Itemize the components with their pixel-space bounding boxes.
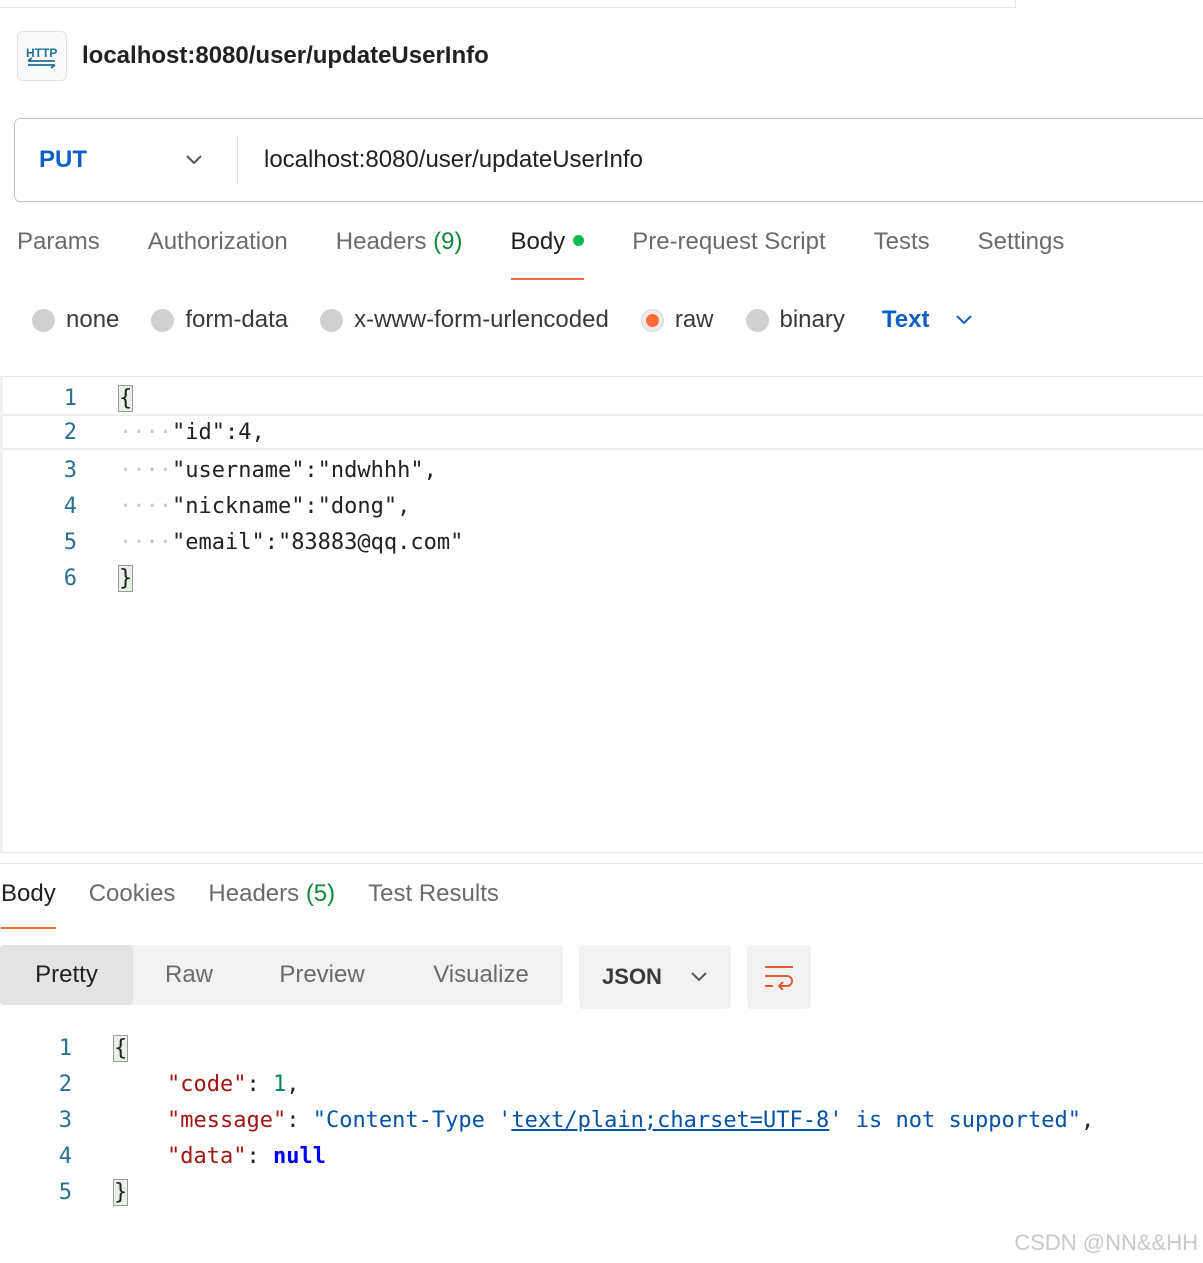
radio-x-www-form-urlencoded[interactable]: x-www-form-urlencoded xyxy=(320,306,609,334)
radio-circle-icon xyxy=(32,308,55,332)
tab-params[interactable]: Params xyxy=(17,228,100,280)
url-divider xyxy=(237,136,238,184)
tab-pre-request-script[interactable]: Pre-request Script xyxy=(632,228,825,280)
line-number: 6 xyxy=(63,565,77,591)
json-key: "data" xyxy=(166,1143,247,1169)
line-number: 3 xyxy=(63,457,77,483)
code-line: 3 ····"username":"ndwhhh", xyxy=(3,452,1203,488)
code-line: 6 } xyxy=(3,560,1203,596)
json-string-link[interactable]: text/plain;charset=UTF-8 xyxy=(511,1108,829,1133)
response-headers-count: (5) xyxy=(305,880,336,907)
line-number: 4 xyxy=(63,493,77,519)
view-mode-pretty[interactable]: Pretty xyxy=(0,945,133,1005)
response-tab-body[interactable]: Body xyxy=(1,880,56,929)
view-mode-preview[interactable]: Preview xyxy=(245,945,399,1005)
code-text: } xyxy=(112,1178,129,1206)
headers-count: (9) xyxy=(433,228,463,255)
line-number: 5 xyxy=(63,529,77,555)
wrap-lines-icon xyxy=(765,966,793,990)
raw-format-dropdown[interactable]: Text xyxy=(882,306,974,334)
json-key: "code" xyxy=(166,1071,247,1097)
whitespace-marker: ···· xyxy=(119,529,172,555)
response-line: 1 { xyxy=(0,1030,1203,1066)
whitespace-marker: ···· xyxy=(119,419,172,445)
code-text: { xyxy=(112,1034,129,1062)
chevron-down-icon xyxy=(956,315,973,325)
line-number: 3 xyxy=(58,1107,72,1133)
url-bar: PUT xyxy=(14,118,1203,202)
code-text: "email":"83883@qq.com" xyxy=(171,529,464,555)
request-header: HTTP localhost:8080/user/updateUserInfo xyxy=(17,31,489,81)
code-line: 1 { xyxy=(3,380,1203,416)
response-tabs: Body Cookies Headers (5) Test Results xyxy=(1,880,532,929)
response-line: 4 "data": null xyxy=(0,1138,1203,1174)
http-request-icon: HTTP xyxy=(17,31,67,81)
code-text: { xyxy=(117,384,134,412)
response-tab-cookies[interactable]: Cookies xyxy=(89,880,176,929)
code-text: "username":"ndwhhh", xyxy=(171,457,437,483)
response-line: 2 "code": 1, xyxy=(0,1066,1203,1102)
json-key: "message" xyxy=(166,1107,287,1133)
wrap-lines-button[interactable] xyxy=(747,945,811,1009)
json-string: "Content-Type ' xyxy=(312,1107,512,1133)
tab-body[interactable]: Body xyxy=(510,228,585,280)
line-number: 1 xyxy=(58,1035,72,1061)
body-type-selector: none form-data x-www-form-urlencoded raw… xyxy=(32,304,973,336)
line-number: 1 xyxy=(63,385,77,411)
code-text: } xyxy=(117,564,134,592)
view-mode-selector: Pretty Raw Preview Visualize xyxy=(0,945,563,1005)
code-line: 5 ····"email":"83883@qq.com" xyxy=(3,524,1203,560)
view-mode-visualize[interactable]: Visualize xyxy=(399,945,563,1005)
radio-circle-icon xyxy=(320,308,344,332)
radio-selected-icon xyxy=(640,308,664,332)
chevron-down-icon xyxy=(691,972,707,982)
tab-authorization[interactable]: Authorization xyxy=(148,228,288,280)
request-title[interactable]: localhost:8080/user/updateUserInfo xyxy=(82,42,489,70)
line-number: 5 xyxy=(58,1179,72,1205)
request-body-editor[interactable]: 1 { 2 ····"id":4, 3 ····"username":"ndwh… xyxy=(0,376,1203,853)
window-top-edge xyxy=(0,0,1016,8)
code-text: "nickname":"dong", xyxy=(171,493,411,519)
code-line-current: 2 ····"id":4, xyxy=(3,414,1203,450)
response-line: 3 "message": "Content-Type 'text/plain;c… xyxy=(0,1102,1203,1138)
json-null: null xyxy=(272,1143,326,1169)
whitespace-marker: ···· xyxy=(119,457,172,483)
radio-raw[interactable]: raw xyxy=(640,306,714,334)
radio-circle-icon xyxy=(151,308,175,332)
chevron-down-icon xyxy=(186,155,202,165)
response-format-dropdown[interactable]: JSON xyxy=(579,945,731,1009)
json-number: 1 xyxy=(272,1071,287,1097)
radio-binary[interactable]: binary xyxy=(745,306,845,334)
watermark: CSDN @NN&&HH xyxy=(1014,1230,1198,1255)
whitespace-marker: ···· xyxy=(119,493,172,519)
method-dropdown[interactable]: PUT xyxy=(15,119,237,201)
response-line: 5 } xyxy=(0,1174,1203,1210)
view-mode-raw[interactable]: Raw xyxy=(133,945,245,1005)
method-label: PUT xyxy=(39,146,87,173)
radio-none[interactable]: none xyxy=(32,306,119,334)
line-number: 2 xyxy=(58,1071,72,1097)
tab-headers[interactable]: Headers (9) xyxy=(336,228,463,280)
line-number: 4 xyxy=(58,1143,72,1169)
line-number: 2 xyxy=(63,419,77,445)
code-line: 4 ····"nickname":"dong", xyxy=(3,488,1203,524)
tab-settings[interactable]: Settings xyxy=(978,228,1065,280)
response-tab-headers[interactable]: Headers (5) xyxy=(208,880,335,929)
radio-form-data[interactable]: form-data xyxy=(151,306,288,334)
body-indicator-dot xyxy=(573,235,585,247)
json-string: ' is not supported" xyxy=(829,1107,1081,1133)
code-text: "id":4, xyxy=(171,419,265,445)
radio-circle-icon xyxy=(745,308,769,332)
response-separator xyxy=(0,863,1203,864)
response-tab-test-results[interactable]: Test Results xyxy=(368,880,499,929)
request-tabs: Params Authorization Headers (9) Body Pr… xyxy=(17,228,1112,280)
url-input[interactable] xyxy=(264,146,1164,174)
tab-tests[interactable]: Tests xyxy=(874,228,930,280)
